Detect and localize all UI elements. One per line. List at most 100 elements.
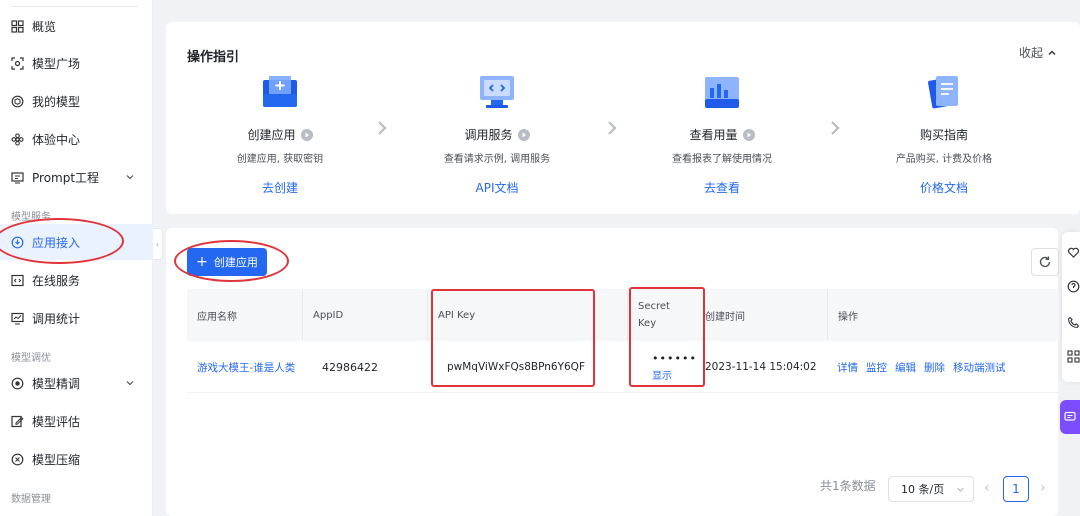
- divider: [10, 6, 138, 7]
- sidebar-item-model-square[interactable]: 模型广场: [0, 45, 153, 81]
- sidebar-item-online-service[interactable]: 在线服务: [0, 262, 153, 298]
- step-desc: 查看报表了解使用情况: [672, 154, 772, 165]
- step-name: 查看用量: [689, 128, 738, 142]
- guide-card: 操作指引 收起 创建应用 创建应用, 获取密钥 去创建 调用服务 查看请求示例,…: [166, 22, 1080, 214]
- chat-icon: [1064, 411, 1076, 421]
- chevron-left-icon: ‹: [155, 239, 160, 249]
- nav-group-title: 模型调优: [11, 353, 51, 364]
- sidebar-item-evaluate[interactable]: 模型评估: [0, 403, 153, 439]
- sidebar-item-compress[interactable]: 模型压缩: [0, 441, 153, 477]
- mobile-test-link[interactable]: 移动端测试: [953, 360, 1006, 375]
- chevron-down-icon: [957, 487, 964, 492]
- compress-icon: [11, 453, 24, 466]
- sidebar-item-experience[interactable]: 体验中心: [0, 121, 153, 157]
- help-icon[interactable]: [1067, 280, 1080, 293]
- step-name: 购买指南: [919, 128, 968, 142]
- sidebar-item-label: 模型精调: [32, 376, 81, 391]
- sidebar-item-label: 模型评估: [32, 414, 81, 429]
- sidebar-item-label: 概览: [32, 19, 57, 34]
- step-link[interactable]: 去创建: [190, 179, 370, 196]
- chevron-right-icon: [378, 121, 387, 135]
- nav-group-title: 数据管理: [11, 494, 51, 505]
- sidebar-item-label: 模型广场: [32, 56, 81, 71]
- delete-link[interactable]: 删除: [924, 360, 945, 375]
- chevron-right-icon: [831, 121, 840, 135]
- edit-link[interactable]: 编辑: [895, 360, 916, 375]
- guide-step-purchase: 购买指南 产品购买, 计费及价格 价格文档: [854, 72, 1034, 196]
- sidebar-item-prompt[interactable]: Prompt工程: [0, 159, 153, 195]
- sidebar-collapse-handle[interactable]: ‹: [153, 228, 163, 260]
- play-icon[interactable]: [517, 128, 530, 141]
- floating-toolbar: [1062, 232, 1080, 382]
- chevron-up-icon: [1048, 50, 1056, 55]
- collapse-button[interactable]: 收起: [1019, 44, 1057, 61]
- app-name-link[interactable]: 游戏大模王-谁是人类: [187, 341, 307, 393]
- sidebar-item-call-stats[interactable]: 调用统计: [0, 300, 153, 336]
- create-app-icon: [260, 72, 300, 112]
- chevron-down-icon[interactable]: [125, 378, 135, 388]
- annotation-box: [431, 289, 595, 387]
- page-number-button[interactable]: 1: [1003, 476, 1029, 502]
- annotation-box: [629, 287, 705, 387]
- annotation-ellipse: [174, 240, 289, 282]
- chat-button[interactable]: [1060, 400, 1080, 434]
- play-icon[interactable]: [742, 128, 755, 141]
- guide-step-create: 创建应用 创建应用, 获取密钥 去创建: [190, 72, 370, 196]
- step-name: 调用服务: [464, 128, 513, 142]
- step-link[interactable]: 去查看: [632, 179, 812, 196]
- step-desc: 创建应用, 获取密钥: [236, 154, 324, 165]
- sidebar-item-label: 在线服务: [32, 273, 81, 288]
- column-header: AppID: [302, 289, 427, 341]
- monitor-icon: [11, 312, 24, 325]
- sidebar-item-my-models[interactable]: 我的模型: [0, 83, 153, 119]
- created-time: 2023-11-14 15:04:02: [705, 361, 817, 373]
- sidebar-item-label: 调用统计: [32, 311, 81, 326]
- code-icon: [11, 274, 24, 287]
- flower-icon: [11, 132, 24, 146]
- column-header: 操作: [827, 289, 1059, 341]
- operations: 详情 监控 编辑 删除 移动端测试: [827, 341, 1059, 393]
- detail-link[interactable]: 详情: [837, 360, 858, 375]
- sidebar-item-overview[interactable]: 概览: [0, 8, 153, 44]
- phone-icon[interactable]: [1067, 316, 1080, 329]
- play-icon[interactable]: [300, 128, 313, 141]
- chart-icon: [702, 72, 742, 112]
- document-icon: [924, 72, 964, 112]
- refresh-icon: [1039, 256, 1051, 268]
- step-name: 创建应用: [247, 128, 296, 142]
- heart-icon[interactable]: [1067, 246, 1080, 259]
- collapse-label: 收起: [1019, 46, 1044, 60]
- monitor-link[interactable]: 监控: [866, 360, 887, 375]
- column-header: 应用名称: [197, 311, 237, 323]
- sidebar-item-label: 体验中心: [32, 132, 81, 147]
- edit-icon: [11, 415, 24, 428]
- sidebar-item-label: Prompt工程: [32, 170, 100, 185]
- app-id: 42986422: [322, 360, 378, 374]
- page-size-select[interactable]: 10 条/页: [888, 476, 974, 502]
- table-row: 游戏大模王-谁是人类 42986422 pwMqViWxFQs8BPn6Y6QF…: [187, 341, 1059, 393]
- annotation-ellipse: [0, 218, 124, 264]
- sidebar-item-fine-tune[interactable]: 模型精调: [0, 365, 153, 401]
- refresh-button[interactable]: [1031, 248, 1059, 276]
- table-header: 应用名称 AppID API Key Secret Key 创建时间 操作: [187, 289, 1059, 341]
- guide-step-call: 调用服务 查看请求示例, 调用服务 API文档: [407, 72, 587, 196]
- grid-icon: [11, 19, 24, 33]
- target-icon: [11, 377, 24, 390]
- total-count: 共1条数据: [820, 479, 876, 493]
- step-link[interactable]: API文档: [407, 179, 587, 196]
- page-size-value: 10 条/页: [901, 483, 945, 496]
- chevron-down-icon[interactable]: [125, 172, 135, 182]
- prev-page-button[interactable]: ‹: [984, 480, 996, 496]
- step-link[interactable]: 价格文档: [854, 179, 1034, 196]
- sidebar-item-label: 我的模型: [32, 94, 81, 109]
- step-desc: 产品购买, 计费及价格: [895, 154, 993, 165]
- cube-icon: [11, 95, 24, 108]
- apps-grid-icon[interactable]: [1067, 350, 1080, 363]
- prompt-icon: [11, 171, 24, 184]
- scan-icon: [11, 56, 24, 70]
- column-header: 创建时间: [705, 311, 745, 323]
- next-page-button[interactable]: ›: [1040, 480, 1052, 496]
- monitor-code-icon: [477, 72, 517, 112]
- apps-card: + 创建应用 应用名称 AppID API Key Secret Key 创建时…: [166, 228, 1059, 516]
- guide-step-usage: 查看用量 查看报表了解使用情况 去查看: [632, 72, 812, 196]
